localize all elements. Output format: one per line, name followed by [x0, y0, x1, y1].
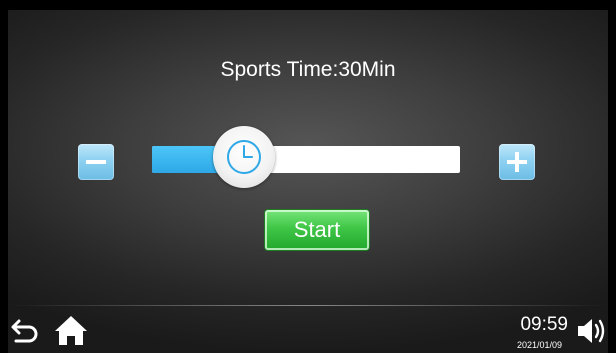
slider-knob[interactable]	[213, 126, 276, 188]
page-title: Sports Time:30Min	[220, 58, 396, 81]
decrease-time-button[interactable]	[78, 144, 114, 180]
volume-icon[interactable]	[576, 316, 608, 346]
main-screen: Sports Time:30Min Start 09:59 2021/01/09	[8, 10, 608, 353]
home-icon[interactable]	[54, 314, 88, 346]
time-slider[interactable]	[152, 126, 460, 188]
clock-time: 09:59	[520, 314, 568, 335]
start-button[interactable]: Start	[265, 210, 369, 250]
clock-icon	[227, 140, 262, 174]
minus-icon	[86, 160, 106, 164]
clock-date: 2021/01/09	[516, 340, 562, 350]
increase-time-button[interactable]	[499, 144, 535, 180]
footer-divider	[8, 305, 608, 306]
back-arrow-icon[interactable]	[10, 316, 42, 344]
